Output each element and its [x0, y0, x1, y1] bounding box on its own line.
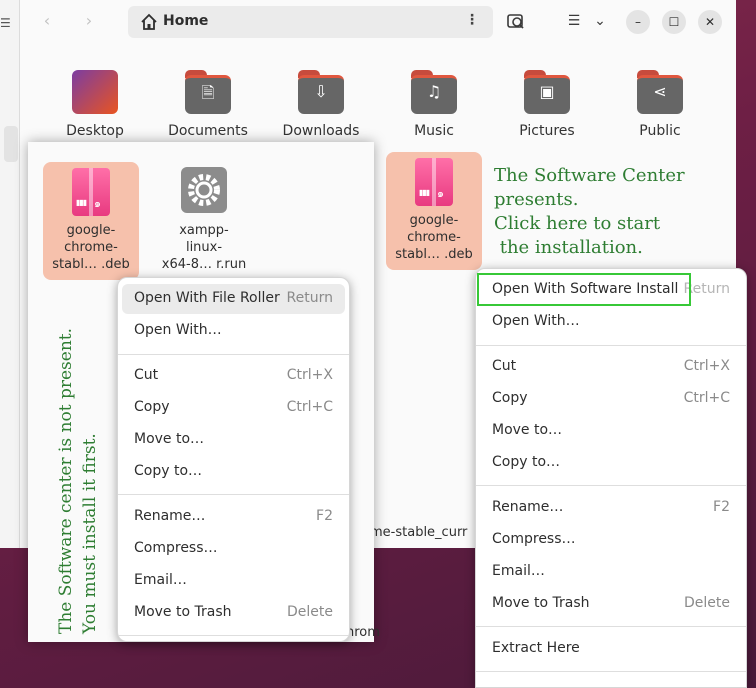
menu-move-to[interactable]: Move to… — [122, 425, 345, 455]
file-label-line: stabl… .deb — [395, 247, 473, 262]
folder-label: Desktop — [66, 123, 124, 139]
vertical-annotation-line: You must install it first. — [80, 433, 100, 634]
file-label-line: x64-8… r.run — [161, 257, 247, 272]
path-menu-icon[interactable]: ⋮ — [465, 12, 479, 28]
deb-package-icon: ▮▮▮ ๑ — [72, 168, 110, 216]
chevron-down-icon[interactable]: ⌄ — [590, 11, 610, 31]
context-menu-right: Open With Software Install Return Open Wi… — [475, 268, 747, 688]
folder-label: Music — [414, 123, 454, 139]
menu-compress[interactable]: Compress… — [122, 534, 345, 564]
deb-package-icon: ▮▮▮ ๑ — [415, 158, 453, 206]
close-button[interactable]: ✕ — [698, 10, 722, 34]
folder-desktop[interactable]: Desktop — [45, 70, 145, 150]
menu-cut[interactable]: Cut Ctrl+X — [480, 352, 742, 382]
folder-label: Documents — [168, 123, 248, 139]
document-folder-icon: 🗎 — [185, 70, 231, 114]
file-xampp-run[interactable]: xampp- linux- x64-8… r.run — [156, 162, 252, 280]
search-icon[interactable] — [506, 11, 526, 31]
menu-copy[interactable]: Copy Ctrl+C — [480, 384, 742, 414]
file-label-line: google- — [66, 223, 116, 238]
menu-separator — [476, 626, 746, 627]
vertical-annotation-line: The Software center is not present. — [56, 327, 76, 634]
file-google-chrome-deb-left[interactable]: ▮▮▮ ๑ google- chrome- stabl… .deb — [43, 162, 139, 280]
callout-line: presents. — [494, 189, 579, 210]
download-folder-icon: ⇩ — [298, 70, 344, 114]
menu-open-with-file-roller[interactable]: Open With File Roller Return — [122, 284, 345, 314]
menu-email[interactable]: Email… — [122, 566, 345, 596]
menu-copy[interactable]: Copy Ctrl+C — [122, 393, 345, 423]
menu-separator — [476, 345, 746, 346]
callout-line: Click here to start — [494, 213, 661, 234]
desktop-folder-icon — [72, 70, 118, 114]
menu-move-to-trash[interactable]: Move to Trash Delete — [480, 589, 742, 619]
folder-downloads[interactable]: ⇩ Downloads — [271, 70, 371, 150]
menu-copy-to[interactable]: Copy to… — [122, 457, 345, 487]
callout-line: the installation. — [494, 237, 643, 258]
path-bar[interactable]: Home ⋮ — [128, 6, 493, 38]
folder-label: Downloads — [282, 123, 360, 139]
menu-email[interactable]: Email… — [480, 557, 742, 587]
file-label-line: chrome- — [407, 230, 461, 245]
music-folder-icon: ♫ — [411, 70, 457, 114]
file-label-line: google- — [409, 213, 459, 228]
forward-icon[interactable]: › — [78, 10, 100, 32]
maximize-button[interactable]: ☐ — [662, 10, 686, 34]
menu-rename[interactable]: Rename… F2 — [480, 493, 742, 523]
folder-documents[interactable]: 🗎 Documents — [158, 70, 258, 150]
menu-compress[interactable]: Compress… — [480, 525, 742, 555]
menu-rename[interactable]: Rename… F2 — [122, 502, 345, 532]
folder-public[interactable]: ⋖ Public — [610, 70, 710, 150]
menu-open-with[interactable]: Open With… — [122, 316, 345, 346]
gear-icon — [181, 167, 227, 213]
file-label-line: linux- — [185, 240, 223, 255]
partial-filename: hrom — [346, 625, 380, 640]
back-icon[interactable]: ‹ — [36, 10, 58, 32]
highlight-box — [477, 273, 691, 306]
share-folder-icon: ⋖ — [637, 70, 683, 114]
folder-music[interactable]: ♫ Music — [384, 70, 484, 150]
file-google-chrome-deb-right[interactable]: ▮▮▮ ๑ google- chrome- stabl… .deb — [386, 152, 482, 270]
folder-pictures[interactable]: ▣ Pictures — [497, 70, 597, 150]
menu-separator — [476, 485, 746, 486]
callout-annotation: The Software Center presents. Click here… — [494, 164, 734, 260]
menu-separator — [476, 671, 746, 672]
partial-filename: me-stable_curr — [370, 525, 468, 540]
picture-folder-icon: ▣ — [524, 70, 570, 114]
path-home-label: Home — [163, 13, 209, 29]
background-window-edge: ☰ — [0, 0, 20, 548]
menu-open-with[interactable]: Open With… — [480, 307, 742, 337]
headerbar: ‹ › Home ⋮ ☰ ⌄ – ☐ ✕ — [20, 0, 736, 44]
background-tab — [4, 126, 18, 162]
menu-extract-here[interactable]: Extract Here — [480, 634, 742, 664]
file-label-line: stabl… .deb — [52, 257, 130, 272]
file-label-line: chrome- — [64, 240, 118, 255]
menu-copy-to[interactable]: Copy to… — [480, 448, 742, 478]
menu-icon: ☰ — [0, 16, 11, 30]
vertical-annotation: The Software center is not present. You … — [28, 280, 128, 640]
folder-label: Public — [639, 123, 681, 139]
menu-cut[interactable]: Cut Ctrl+X — [122, 361, 345, 391]
folder-label: Pictures — [519, 123, 575, 139]
minimize-button[interactable]: – — [626, 10, 650, 34]
callout-line: The Software Center — [494, 165, 685, 186]
file-label-line: xampp- — [179, 223, 229, 238]
menu-move-to-trash[interactable]: Move to Trash Delete — [122, 598, 345, 628]
list-view-icon[interactable]: ☰ — [564, 11, 584, 31]
menu-move-to[interactable]: Move to… — [480, 416, 742, 446]
menu-separator — [118, 635, 349, 636]
home-icon — [141, 13, 157, 30]
